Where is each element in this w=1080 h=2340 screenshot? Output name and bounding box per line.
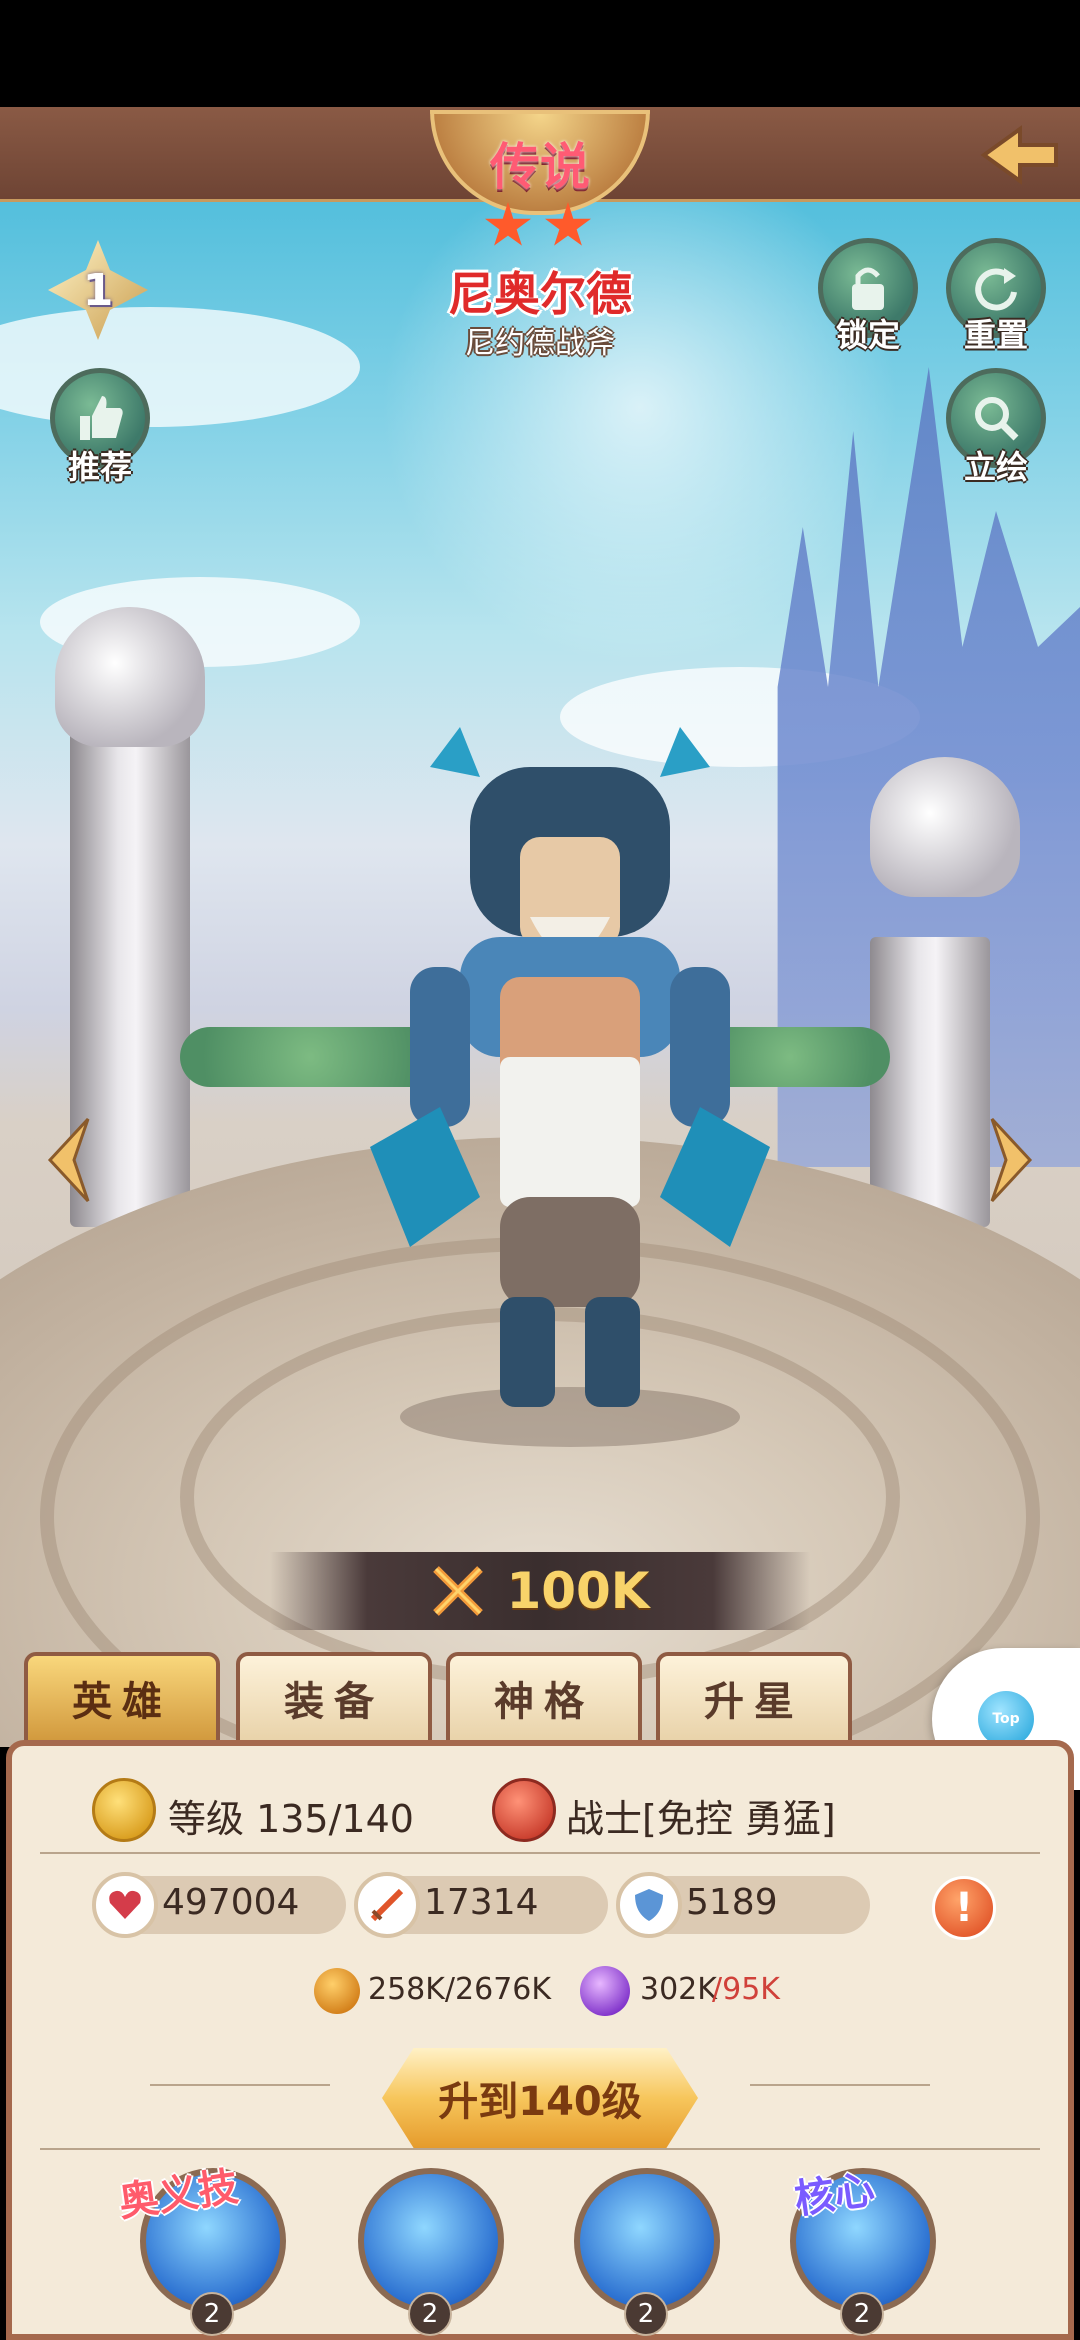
rarity-label: 传说 [490, 136, 590, 196]
gold-resource-icon [314, 1968, 360, 2014]
exp-resource-have: 302K [640, 1972, 717, 2007]
chevron-right-icon [990, 1117, 1033, 1203]
divider [40, 2148, 1040, 2150]
hero-level-text: 等级 135/140 [168, 1797, 414, 1841]
portrait-label: 立绘 [963, 448, 1028, 486]
class-icon [492, 1778, 556, 1842]
combat-power-bar: 100K [270, 1552, 810, 1630]
upgrade-level-button[interactable]: 升到140级 [382, 2048, 698, 2148]
right-statue [870, 757, 1020, 897]
previous-hero-button[interactable] [34, 1110, 104, 1210]
back-arrow-icon [980, 125, 1058, 185]
tab-divinity[interactable]: 神格 [446, 1652, 642, 1744]
hp-value: 497004 [162, 1882, 300, 1923]
skill-level-badge: 2 [190, 2292, 234, 2336]
exp-orb-icon [580, 1966, 630, 2016]
reset-label: 重置 [963, 316, 1028, 354]
tab-hero[interactable]: 英雄 [24, 1652, 220, 1744]
exclamation-icon: ! [954, 1885, 974, 1931]
skill-level-badge: 2 [840, 2292, 884, 2336]
divider [150, 2084, 330, 2086]
sword-icon [354, 1872, 420, 1938]
tab-star-up[interactable]: 升星 [656, 1652, 852, 1744]
back-button[interactable] [975, 115, 1065, 195]
left-statue [55, 607, 205, 747]
hero-character [370, 727, 770, 1447]
recommend-label: 推荐 [67, 448, 132, 486]
heart-icon [92, 1872, 158, 1938]
tab-equipment[interactable]: 装备 [236, 1652, 432, 1744]
reset-icon [975, 268, 1017, 311]
stat-detail-alert-button[interactable]: ! [932, 1876, 996, 1940]
thumbs-up-icon [80, 396, 123, 440]
top-label: Top [992, 1711, 1020, 1727]
hero-class-text: 战士[免控 勇猛] [566, 1797, 836, 1841]
divider [40, 1852, 1040, 1854]
hero-name: 尼奥尔德 [448, 267, 632, 321]
top-icon: Top [978, 1691, 1034, 1747]
magnifier-icon [975, 397, 1019, 441]
shield-icon [616, 1872, 682, 1938]
skill-tag-core: 核心 [791, 2165, 878, 2224]
level-badge-number: 1 [82, 264, 114, 316]
chevron-left-icon [47, 1117, 90, 1203]
status-bar [0, 0, 1080, 107]
level-coin-icon [92, 1778, 156, 1842]
defense-value: 5189 [686, 1882, 778, 1923]
gold-resource-value: 258K/2676K [368, 1972, 552, 2007]
hero-subtitle: 尼约德战斧 [465, 326, 615, 361]
lock-label: 锁定 [835, 316, 900, 354]
attack-value: 17314 [424, 1882, 539, 1923]
exp-resource-need: /95K [712, 1972, 780, 2007]
lock-icon [852, 267, 884, 310]
skill-level-badge: 2 [624, 2292, 668, 2336]
divider [750, 2084, 930, 2086]
sky-glow [380, 147, 900, 667]
skill-level-badge: 2 [408, 2292, 452, 2336]
next-hero-button[interactable] [976, 1110, 1046, 1210]
right-pillar [870, 937, 990, 1227]
combat-power-value: 100K [506, 1562, 650, 1620]
crossed-swords-icon [433, 1566, 484, 1616]
